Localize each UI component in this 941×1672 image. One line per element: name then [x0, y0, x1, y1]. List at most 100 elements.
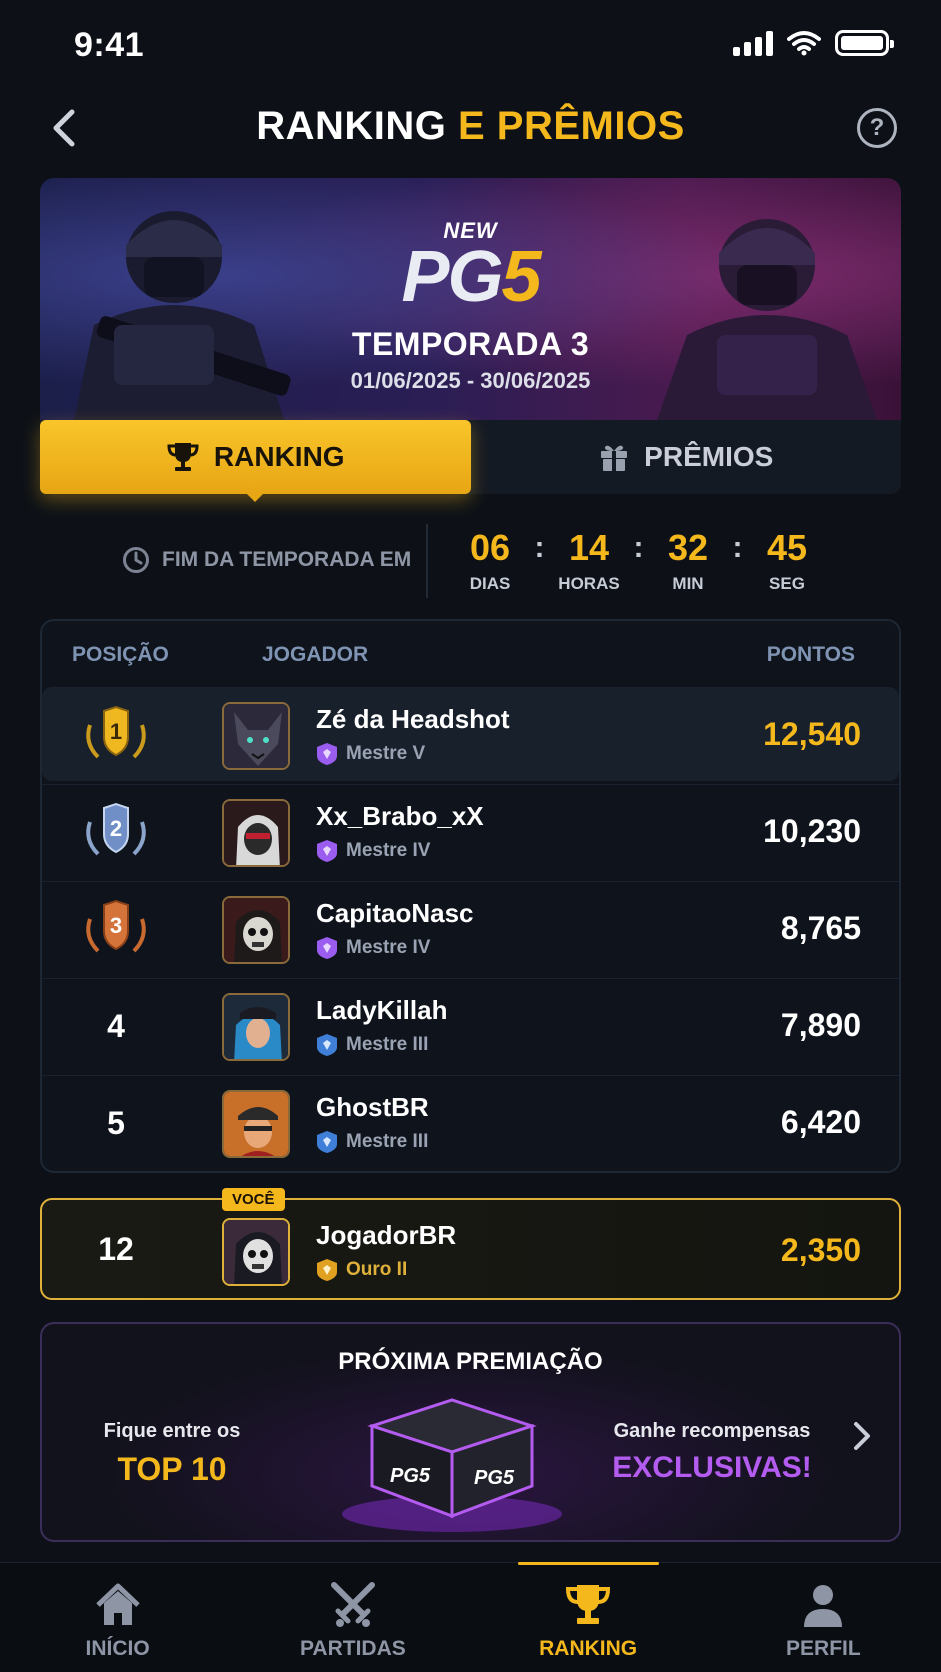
nav-partidas-label: PARTIDAS — [299, 1637, 406, 1660]
column-header-player: JOGADOR — [262, 643, 369, 666]
master-rank-icon — [317, 743, 337, 765]
tab-premios-label: PRÊMIOS — [644, 441, 774, 472]
table-row[interactable]: 2 Xx_Brabo_xX Mestre IV 10,230 — [42, 784, 899, 878]
player-rank: Mestre IV — [316, 936, 430, 960]
player-rank-label: Mestre III — [346, 1034, 429, 1055]
player-points: 8,765 — [780, 910, 861, 946]
nav-inicio[interactable]: INÍCIO — [0, 1563, 235, 1672]
column-header-position: POSIÇÃO — [72, 643, 169, 666]
table-row[interactable]: 1 Zé da Headshot Mestre V 12,540 — [42, 687, 899, 781]
nav-partidas[interactable]: PARTIDAS — [235, 1563, 470, 1672]
avatar[interactable] — [222, 1218, 290, 1286]
next-prize-card[interactable]: PRÓXIMA PREMIAÇÃO Fique entre os TOP 10 … — [40, 1322, 901, 1542]
player-rank-label: Mestre V — [346, 743, 426, 764]
you-badge: VOCÊ — [222, 1188, 285, 1211]
avatar[interactable] — [222, 896, 290, 964]
countdown-minutes-value: 32 — [667, 527, 709, 568]
leaderboard-table: POSIÇÃO JOGADOR PONTOS 1 Zé da Headshot … — [40, 619, 901, 1173]
countdown-seconds-value: 45 — [766, 527, 808, 568]
table-row[interactable]: 3 CapitaoNasc Mestre IV 8,765 — [42, 881, 899, 975]
table-row[interactable]: 5 GhostBR Mestre III 6,420 — [42, 1075, 899, 1169]
ghost-avatar-image — [224, 1092, 288, 1156]
reward-chest-image: PG5 PG5 — [342, 1398, 562, 1532]
position-badge-silver: 2 — [76, 785, 156, 879]
tab-premios[interactable]: PRÊMIOS — [471, 420, 902, 494]
countdown-divider — [426, 524, 428, 598]
prize-requirement-highlight: TOP 10 — [117, 1451, 227, 1487]
diamond-rank-icon — [317, 1034, 337, 1056]
signal-icon — [733, 30, 773, 56]
player-name: Zé da Headshot — [316, 704, 510, 734]
position-number: 12 — [98, 1230, 134, 1267]
battery-icon — [835, 30, 894, 56]
prize-reward-text: Ganhe recompensas — [613, 1420, 811, 1442]
player-rank: Mestre III — [316, 1130, 428, 1154]
player-rank: Ouro II — [316, 1258, 407, 1282]
avatar[interactable] — [222, 799, 290, 867]
prize-title: PRÓXIMA PREMIAÇÃO — [338, 1348, 603, 1375]
countdown-units: 06 DIAS : 14 HORAS : 32 MIN : 45 SEG — [458, 528, 819, 594]
position-number: 4 — [107, 1007, 125, 1044]
countdown-days-value: 06 — [469, 527, 511, 568]
player-rank: Mestre IV — [316, 839, 430, 863]
season-title: TEMPORADA 3 — [351, 326, 590, 362]
logo-pg-text: PG — [401, 237, 503, 317]
countdown-days: 06 DIAS — [458, 528, 522, 594]
logo-five-text: 5 — [501, 237, 541, 317]
bronze-medal-icon: 3 — [86, 899, 146, 953]
prize-reward-highlight: EXCLUSIVAS! — [612, 1451, 812, 1484]
nav-inicio-label: INÍCIO — [85, 1637, 150, 1660]
countdown-separator: : — [633, 531, 644, 564]
skull-avatar-image — [224, 1220, 288, 1284]
countdown-label: FIM DA TEMPORADA EM — [122, 546, 411, 574]
game-logo: NEW PG5 — [40, 218, 901, 313]
player-points: 12,540 — [763, 716, 861, 752]
master-rank-icon — [317, 840, 337, 862]
chevron-right-icon — [854, 1422, 870, 1450]
page-title: RANKING E PRÊMIOS — [0, 104, 941, 149]
player-rank-label: Mestre IV — [346, 840, 431, 861]
bottom-navigation: INÍCIO PARTIDAS RANKING PERFIL — [0, 1562, 941, 1672]
help-button[interactable]: ? — [857, 108, 897, 148]
season-dates: 01/06/2025 - 30/06/2025 — [350, 368, 591, 393]
tab-ranking[interactable]: RANKING — [40, 420, 471, 502]
lady-avatar-image — [224, 995, 288, 1059]
page-title-main: RANKING — [256, 104, 447, 148]
position-number: 5 — [107, 1104, 125, 1141]
trophy-icon — [566, 1585, 611, 1624]
prize-details-button[interactable] — [847, 1416, 877, 1456]
tab-ranking-label: RANKING — [213, 441, 345, 472]
chest-logo-left: PG5 — [390, 1465, 431, 1487]
logo-main: PG5 — [40, 241, 901, 313]
countdown-minutes: 32 MIN — [656, 528, 720, 594]
crossed-swords-icon — [330, 1582, 375, 1627]
table-row[interactable]: 4 LadyKillah Mestre III 7,890 — [42, 978, 899, 1072]
nav-perfil[interactable]: PERFIL — [706, 1563, 941, 1672]
master-rank-icon — [317, 937, 337, 959]
countdown-hours-caption: HORAS — [558, 574, 620, 593]
nav-ranking[interactable]: RANKING — [471, 1562, 706, 1672]
status-bar: 9:41 — [0, 0, 941, 90]
player-rank-label: Mestre IV — [346, 937, 431, 958]
page-title-accent: E PRÊMIOS — [458, 104, 685, 148]
avatar[interactable] — [222, 993, 290, 1061]
trophy-icon — [167, 443, 199, 471]
player-points: 7,890 — [780, 1007, 861, 1043]
gift-icon — [601, 445, 628, 471]
countdown-seconds: 45 SEG — [755, 528, 819, 594]
current-player-row[interactable]: VOCÊ 12 JogadorBR Ouro II 2,350 — [40, 1188, 901, 1300]
status-time: 9:41 — [74, 26, 145, 64]
player-points: 2,350 — [780, 1232, 861, 1268]
player-name: CapitaoNasc — [316, 898, 474, 928]
chest-logo-right: PG5 — [474, 1467, 515, 1489]
wolf-avatar-image — [224, 704, 288, 768]
person-icon — [804, 1585, 843, 1627]
gold-medal-icon: 1 — [86, 705, 146, 759]
nav-ranking-label: RANKING — [539, 1637, 638, 1660]
avatar[interactable] — [222, 702, 290, 770]
silver-medal-icon: 2 — [86, 802, 146, 856]
prize-reward: Ganhe recompensas EXCLUSIVAS! — [612, 1420, 812, 1485]
wifi-icon — [787, 31, 821, 56]
avatar[interactable] — [222, 1090, 290, 1158]
player-name: JogadorBR — [316, 1220, 457, 1250]
